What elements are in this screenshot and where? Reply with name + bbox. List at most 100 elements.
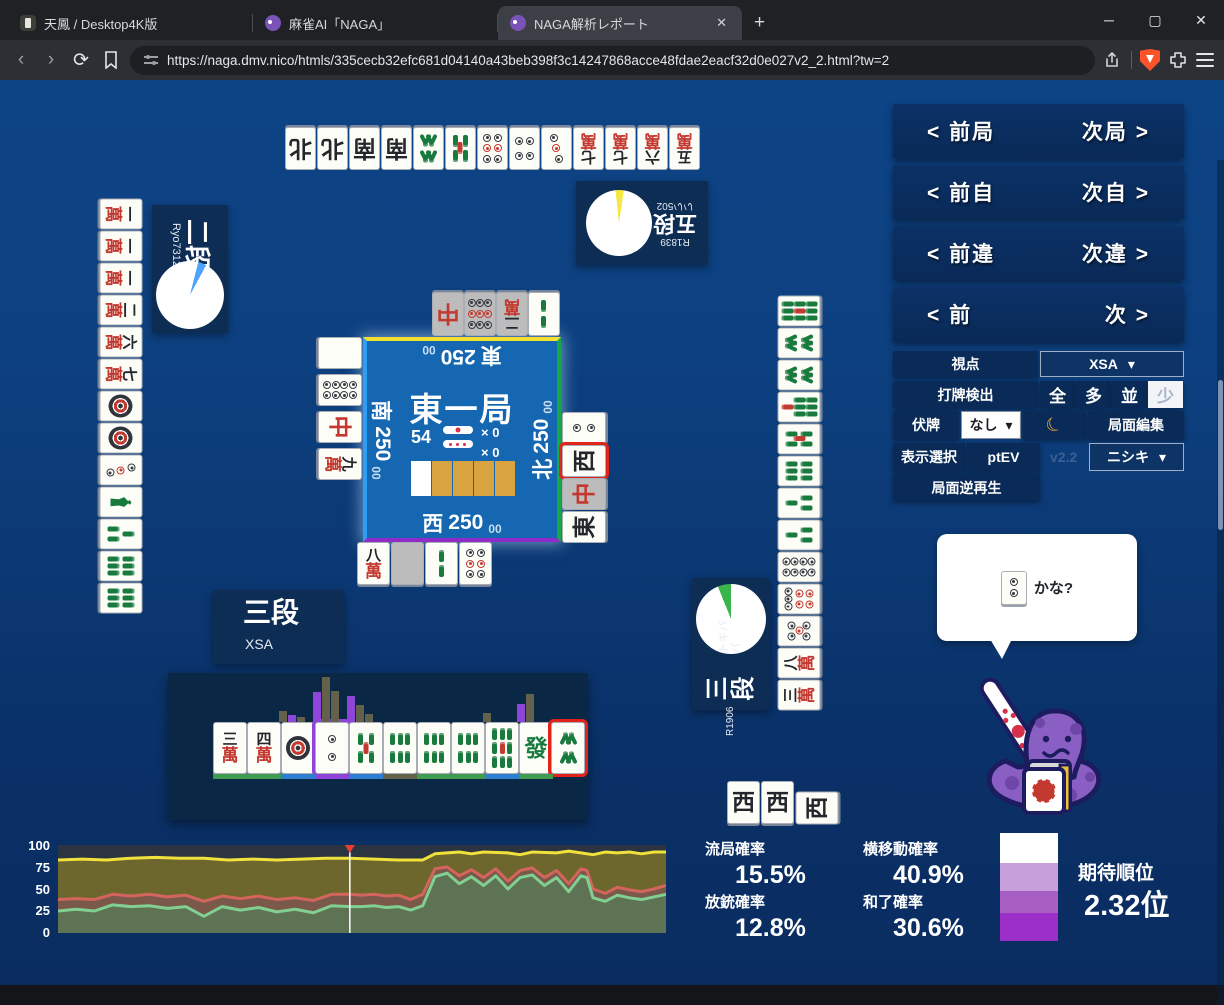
prev-self-turn-button[interactable]: < 前自 xyxy=(927,177,995,207)
mahjong-tile-6s[interactable] xyxy=(451,722,485,774)
share-icon[interactable] xyxy=(1103,50,1123,70)
mahjong-tile-? xyxy=(391,542,424,585)
mahjong-tile-2m: 二萬 xyxy=(99,294,143,326)
rotated-tile-slot: 三萬 xyxy=(777,679,821,711)
mahjong-tile-3s xyxy=(99,518,143,550)
model-select[interactable]: ニシキ ▾ xyxy=(1089,443,1184,471)
expected-rank-value: 2.32位 xyxy=(1084,890,1170,922)
mahjong-tile-3m: 三萬 xyxy=(777,679,821,711)
ptev-button[interactable]: ptEV xyxy=(967,443,1040,471)
pie-chart-kamicha xyxy=(156,261,224,329)
prev-mismatch-button[interactable]: < 前違 xyxy=(927,238,995,268)
reverse-play-button[interactable]: 局面逆再生 xyxy=(893,474,1040,501)
dahai-option-all[interactable]: 全 xyxy=(1040,381,1075,408)
rotated-tile-slot xyxy=(318,371,362,408)
toolbar-separator xyxy=(1131,51,1132,69)
probability-trend-chart[interactable] xyxy=(58,845,666,933)
next-self-turn-button[interactable]: 次自 > xyxy=(1082,177,1150,207)
tab-title: 天鳳 / Desktop4K版 xyxy=(44,16,158,32)
reload-icon[interactable]: ⟳ xyxy=(70,49,92,72)
prev-round-button[interactable]: < 前局 xyxy=(927,116,995,146)
rotated-tile-slot xyxy=(99,422,143,454)
moon-icon: ☾ xyxy=(1042,411,1067,439)
fusehai-select[interactable]: なし ▾ xyxy=(961,411,1021,439)
maximize-button[interactable]: ▢ xyxy=(1132,12,1178,29)
next-round-button[interactable]: 次局 > xyxy=(1082,116,1150,146)
stat-draw: 流局確率 15.5% xyxy=(705,841,806,889)
bookmark-icon[interactable] xyxy=(100,51,122,69)
extensions-puzzle-icon[interactable] xyxy=(1168,50,1188,70)
dahai-option-few[interactable]: 少 xyxy=(1148,381,1183,408)
tab-naga-report[interactable]: NAGA解析レポート ✕ xyxy=(498,6,742,40)
browser-tab-bar: 天鳳 / Desktop4K版 麻雀AI「NAGA」 NAGA解析レポート ✕ … xyxy=(0,0,1224,40)
back-icon[interactable]: ‹ xyxy=(10,49,32,71)
progress-segment xyxy=(495,461,515,496)
close-button[interactable]: ✕ xyxy=(1178,12,1224,29)
stat-deal-in: 放銃確率 12.8% xyxy=(705,894,806,942)
scrollbar[interactable] xyxy=(1217,160,1224,1005)
mahjong-tile-8s xyxy=(777,359,821,391)
mahjong-tile-W: 西 xyxy=(761,781,794,824)
tab-close-icon[interactable]: ✕ xyxy=(713,15,730,31)
tile-eval-strip xyxy=(247,774,281,779)
dahai-option-normal[interactable]: 並 xyxy=(1112,381,1147,408)
viewpoint-label: 視点 xyxy=(893,351,1038,377)
player-rank: 三段 xyxy=(243,597,300,628)
mahjong-tile-6s xyxy=(777,455,821,487)
prev-step-button[interactable]: < 前 xyxy=(927,299,972,329)
mahjong-tile-9s[interactable] xyxy=(485,722,519,774)
mahjong-tile-F[interactable]: 發 xyxy=(519,722,553,774)
brave-shield-icon[interactable] xyxy=(1140,49,1160,71)
viewpoint-select[interactable]: XSA ▾ xyxy=(1040,351,1184,377)
mahjong-tile-5s xyxy=(777,423,821,455)
rotated-tile-slot: 二萬 xyxy=(99,294,143,326)
board-edit-button[interactable]: 局面編集 xyxy=(1088,411,1184,439)
next-mismatch-button[interactable]: 次違 > xyxy=(1082,238,1150,268)
forward-icon[interactable]: › xyxy=(40,49,62,71)
rotated-tile-slot xyxy=(99,486,143,518)
new-tab-button[interactable]: + xyxy=(754,12,765,34)
mahjong-tile-6s[interactable] xyxy=(383,722,417,774)
dahai-option-many[interactable]: 多 xyxy=(1076,381,1111,408)
rotated-tile-slot xyxy=(99,454,143,486)
mahjong-tile-3p xyxy=(99,454,143,486)
mahjong-tile-1p xyxy=(99,422,143,454)
drawn-tile-slot xyxy=(551,722,585,774)
rotated-tile-slot xyxy=(99,582,143,614)
mahjong-tile-1p[interactable] xyxy=(281,722,315,774)
url-text[interactable]: https://naga.dmv.nico/htmls/335cecb32efc… xyxy=(167,53,889,68)
url-bar[interactable]: https://naga.dmv.nico/htmls/335cecb32efc… xyxy=(130,45,1095,75)
night-mode-toggle[interactable]: ☾ xyxy=(1023,411,1086,439)
mahjong-tile-2p[interactable] xyxy=(315,722,349,774)
tile-eval-strip xyxy=(451,774,485,779)
mahjong-tile-8s[interactable] xyxy=(551,722,585,774)
rotated-tile-slot xyxy=(777,551,821,583)
mahjong-tile-N: 北 xyxy=(317,127,348,170)
rotated-tile-slot: 七萬 xyxy=(99,358,143,390)
mahjong-tile-5s[interactable] xyxy=(349,722,383,774)
tab-tenhou[interactable]: 天鳳 / Desktop4K版 xyxy=(8,6,252,40)
scrollbar-thumb[interactable] xyxy=(1218,380,1223,530)
mahjong-tile-6s[interactable] xyxy=(417,722,451,774)
stat-win: 和了確率 30.6% xyxy=(863,894,964,942)
next-step-button[interactable]: 次 > xyxy=(1105,299,1150,329)
mahjong-tile-3s xyxy=(777,487,821,519)
tab-naga-home[interactable]: 麻雀AI「NAGA」 xyxy=(253,6,497,40)
player-panel-self: 三段 XSA xyxy=(213,590,344,664)
tile-eval-strip xyxy=(519,774,553,779)
rotated-tile-slot: 九萬 xyxy=(318,445,362,482)
rotated-tile-slot xyxy=(777,295,821,327)
minimize-button[interactable]: ─ xyxy=(1086,12,1132,28)
player-rating: R1906 xyxy=(725,706,736,736)
player-rank: 五段 xyxy=(653,211,698,237)
stat-side-move: 横移動確率 40.9% xyxy=(863,841,964,889)
mahjong-tile-6m: 六萬 xyxy=(637,127,668,170)
mahjong-tile-7m: 七萬 xyxy=(605,127,636,170)
menu-icon[interactable] xyxy=(1196,53,1214,67)
mahjong-tile-3m[interactable]: 三萬 xyxy=(213,722,247,774)
rank-probability-bar xyxy=(1000,833,1058,941)
mahjong-tile-4m[interactable]: 四萬 xyxy=(247,722,281,774)
nav-round-row: < 前局 次局 > xyxy=(893,104,1184,158)
site-settings-icon[interactable] xyxy=(144,54,158,66)
honba-count: × 0 xyxy=(481,444,500,460)
